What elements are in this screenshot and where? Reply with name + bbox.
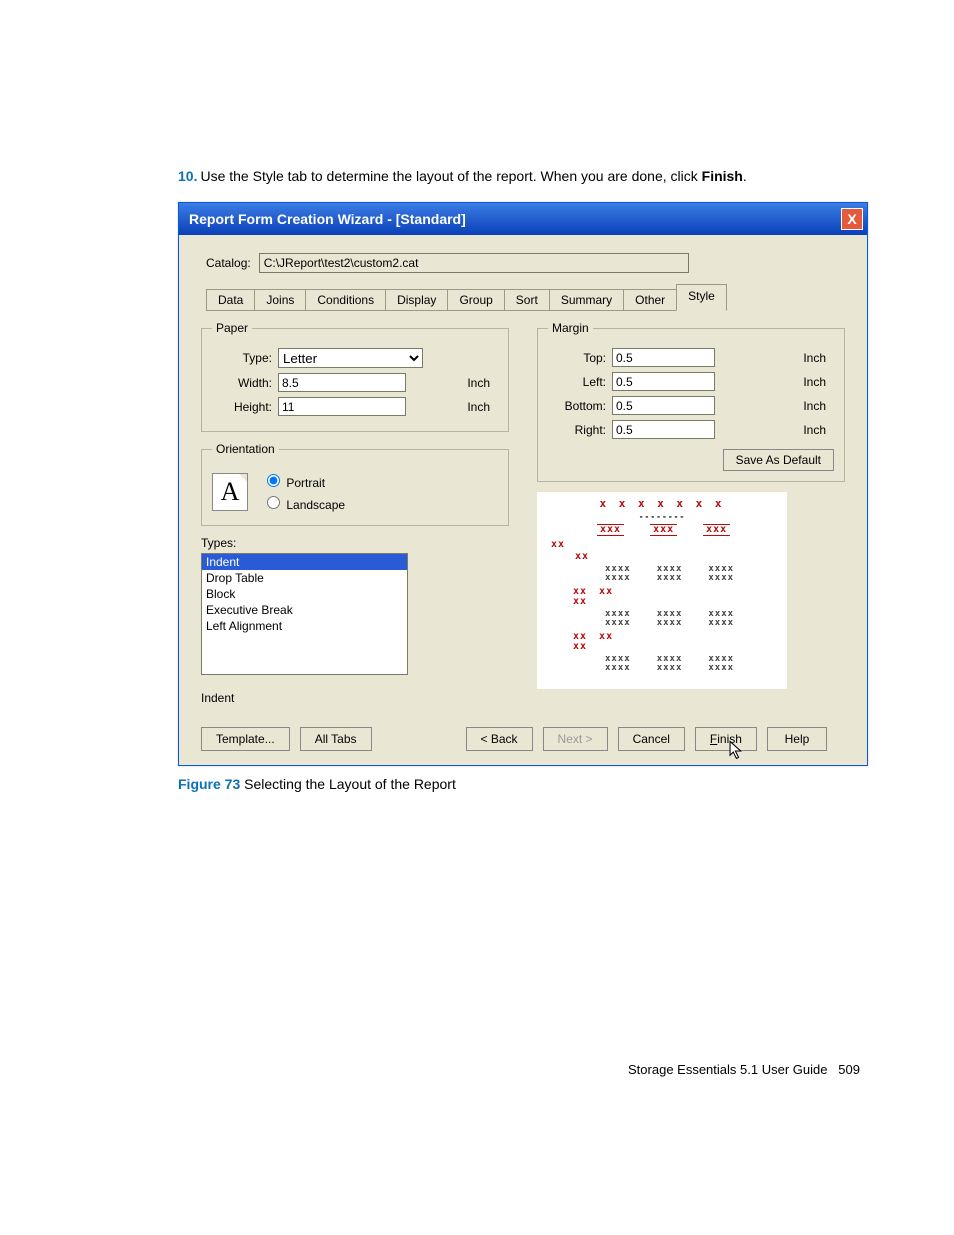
tab-summary[interactable]: Summary <box>549 289 624 311</box>
selected-type-label: Indent <box>201 691 509 705</box>
paper-height-unit: Inch <box>467 400 498 414</box>
paper-width-unit: Inch <box>467 376 498 390</box>
tab-sort[interactable]: Sort <box>504 289 550 311</box>
paper-height-input[interactable] <box>278 397 406 416</box>
orientation-group: Orientation A Portrait Landscape <box>201 442 509 526</box>
margin-right-unit: Inch <box>803 423 834 437</box>
types-listbox[interactable]: Indent Drop Table Block Executive Break … <box>201 553 408 675</box>
list-item[interactable]: Left Alignment <box>202 618 407 634</box>
tab-style[interactable]: Style <box>676 284 727 311</box>
tab-joins[interactable]: Joins <box>254 289 306 311</box>
paper-height-label: Height: <box>212 400 272 414</box>
tab-other[interactable]: Other <box>623 289 677 311</box>
catalog-label: Catalog: <box>206 256 251 270</box>
all-tabs-button[interactable]: All Tabs <box>300 727 372 751</box>
back-button[interactable]: < Back <box>466 727 533 751</box>
margin-right-label: Right: <box>548 423 606 437</box>
window-title: Report Form Creation Wizard - [Standard] <box>189 211 466 227</box>
step-number: 10. <box>178 168 197 184</box>
help-button[interactable]: Help <box>767 727 827 751</box>
finish-button[interactable]: Finish <box>695 727 757 751</box>
tab-conditions[interactable]: Conditions <box>305 289 386 311</box>
list-item[interactable]: Indent <box>202 554 407 570</box>
margin-top-label: Top: <box>548 351 606 365</box>
list-item[interactable]: Drop Table <box>202 570 407 586</box>
types-label: Types: <box>201 536 509 550</box>
save-as-default-button[interactable]: Save As Default <box>723 449 834 471</box>
landscape-radio[interactable]: Landscape <box>262 493 345 512</box>
paper-type-select[interactable]: Letter <box>278 348 423 368</box>
figure-caption: Figure 73 Selecting the Layout of the Re… <box>178 776 864 792</box>
tab-group[interactable]: Group <box>447 289 504 311</box>
list-item[interactable]: Executive Break <box>202 602 407 618</box>
paper-width-label: Width: <box>212 376 272 390</box>
layout-preview: x x x x x x x -------- xxxxxxxxx xx xx x… <box>537 492 787 689</box>
paper-group: Paper Type: Letter Width: Inch <box>201 321 509 432</box>
margin-group: Margin Top: Inch Left: Inch <box>537 321 845 482</box>
margin-top-input[interactable] <box>612 348 715 367</box>
margin-left-label: Left: <box>548 375 606 389</box>
margin-bottom-unit: Inch <box>803 399 834 413</box>
close-icon[interactable]: X <box>841 208 863 230</box>
tab-display[interactable]: Display <box>385 289 448 311</box>
orientation-icon: A <box>212 473 248 511</box>
titlebar: Report Form Creation Wizard - [Standard]… <box>179 203 867 235</box>
tab-data[interactable]: Data <box>206 289 255 311</box>
margin-left-input[interactable] <box>612 372 715 391</box>
margin-bottom-input[interactable] <box>612 396 715 415</box>
portrait-radio[interactable]: Portrait <box>262 471 345 490</box>
step-instruction: 10.Use the Style tab to determine the la… <box>178 168 864 184</box>
catalog-input[interactable] <box>259 253 689 273</box>
margin-right-input[interactable] <box>612 420 715 439</box>
dialog-window: Report Form Creation Wizard - [Standard]… <box>178 202 868 766</box>
margin-left-unit: Inch <box>803 375 834 389</box>
paper-width-input[interactable] <box>278 373 406 392</box>
tab-bar: Data Joins Conditions Display Group Sort… <box>201 289 845 311</box>
cursor-icon <box>729 740 746 762</box>
paper-type-label: Type: <box>212 351 272 365</box>
page-footer: Storage Essentials 5.1 User Guide 509 <box>178 1062 864 1077</box>
cancel-button[interactable]: Cancel <box>618 727 685 751</box>
margin-bottom-label: Bottom: <box>548 399 606 413</box>
template-button[interactable]: Template... <box>201 727 290 751</box>
margin-top-unit: Inch <box>803 351 834 365</box>
list-item[interactable]: Block <box>202 586 407 602</box>
next-button: Next > <box>543 727 608 751</box>
